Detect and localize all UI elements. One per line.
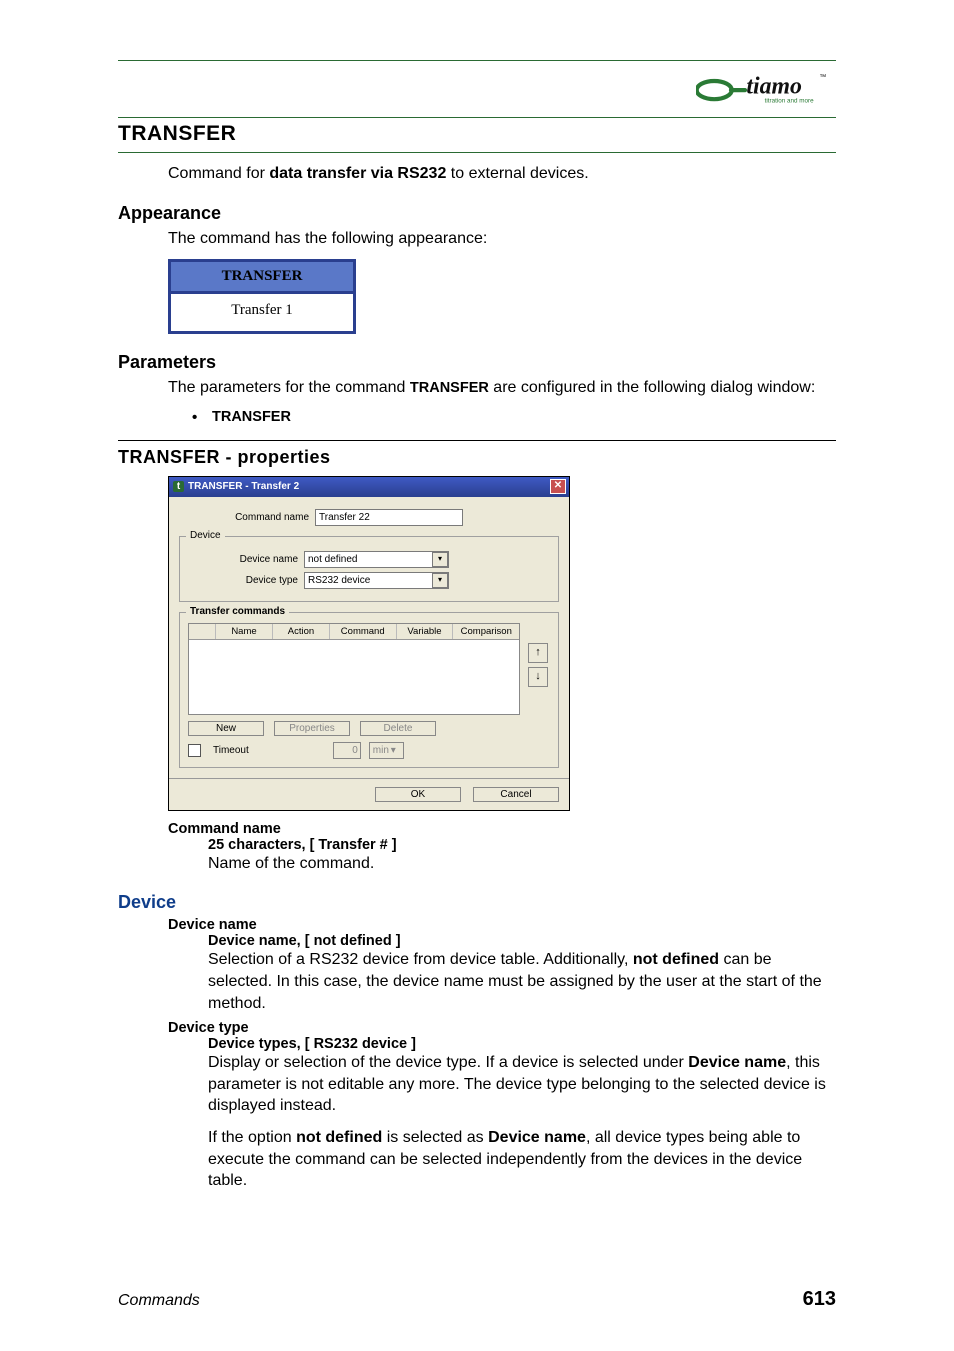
text-bold: not defined — [633, 951, 719, 968]
delete-button[interactable]: Delete — [360, 721, 436, 736]
legend-transfer-commands: Transfer commands — [186, 606, 289, 617]
spec-device-type: Device types, [ RS232 device ] — [208, 1036, 836, 1052]
h3-device-name: Device name — [168, 917, 836, 933]
logo-brand: tiamo — [746, 74, 802, 100]
select-device-type[interactable]: RS232 device ▾ — [304, 572, 449, 589]
bullet-dot: • — [192, 409, 212, 426]
desc-device-type-p2: If the option not defined is selected as… — [208, 1127, 836, 1192]
spec-command-name: 25 characters, [ Transfer # ] — [208, 837, 836, 853]
chevron-down-icon: ▾ — [432, 552, 448, 567]
text-bold: data transfer via RS232 — [269, 165, 446, 182]
intro-text: Command for data transfer via RS232 to e… — [168, 163, 836, 185]
dialog-titlebar: t TRANSFER - Transfer 2 ✕ — [169, 477, 569, 497]
logo-tagline: titration and more — [765, 98, 814, 105]
spec-device-name: Device name, [ not defined ] — [208, 933, 836, 949]
page-number: 613 — [803, 1288, 836, 1311]
label-timeout: Timeout — [213, 745, 249, 756]
text: Display or selection of the device type.… — [208, 1054, 688, 1071]
rule — [118, 152, 836, 153]
text: If the option — [208, 1129, 296, 1146]
h3-device-type: Device type — [168, 1020, 836, 1036]
text: Command for — [168, 165, 269, 182]
desc-command-name: Name of the command. — [208, 853, 836, 875]
text-bold: Device name — [688, 1054, 786, 1071]
select-value: min — [373, 743, 389, 758]
desc-device-type-p1: Display or selection of the device type.… — [208, 1052, 836, 1117]
input-command-name[interactable]: Transfer 22 — [315, 509, 463, 526]
bullet-label: TRANSFER — [212, 409, 291, 426]
fieldset-transfer-commands: Transfer commands Name Action Command Va… — [179, 612, 559, 768]
chevron-down-icon: ▾ — [391, 743, 403, 756]
text: is selected as — [382, 1129, 488, 1146]
rule — [118, 117, 836, 118]
close-icon[interactable]: ✕ — [550, 479, 566, 494]
tiamo-logo: tiamo ™ titration and more — [696, 69, 836, 107]
appearance-text: The command has the following appearance… — [168, 228, 836, 250]
text: are configured in the following dialog w… — [489, 379, 815, 396]
h2-device: Device — [118, 892, 836, 913]
footer: Commands 613 — [118, 1288, 836, 1311]
label-command-name: Command name — [179, 512, 309, 523]
select-value: not defined — [308, 554, 358, 565]
logo-row: tiamo ™ titration and more — [118, 69, 836, 107]
select-device-name[interactable]: not defined ▾ — [304, 551, 449, 568]
text-bold: not defined — [296, 1129, 382, 1146]
ok-button[interactable]: OK — [375, 787, 461, 802]
top-rule — [118, 60, 836, 61]
text: Selection of a RS232 device from device … — [208, 951, 633, 968]
table-header: Name Action Command Variable Comparison — [189, 624, 519, 640]
label-device-type: Device type — [188, 575, 298, 586]
footer-section: Commands — [118, 1292, 200, 1310]
logo-tm: ™ — [819, 74, 826, 81]
text: The parameters for the command — [168, 379, 410, 396]
col-variable: Variable — [397, 624, 454, 639]
cmd-block-body: Transfer 1 — [171, 294, 353, 331]
checkbox-timeout[interactable] — [188, 744, 201, 757]
new-button[interactable]: New — [188, 721, 264, 736]
col-action: Action — [273, 624, 330, 639]
select-value: RS232 device — [308, 575, 370, 586]
h2-parameters: Parameters — [118, 352, 836, 373]
h1-transfer: TRANSFER — [118, 122, 836, 146]
legend-device: Device — [186, 530, 225, 541]
col-command: Command — [330, 624, 397, 639]
input-timeout-value[interactable]: 0 — [333, 742, 361, 759]
fieldset-device: Device Device name not defined ▾ Device … — [179, 536, 559, 602]
desc-device-name: Selection of a RS232 device from device … — [208, 949, 836, 1014]
h3-command-name: Command name — [168, 821, 836, 837]
text-bold: TRANSFER — [410, 380, 489, 396]
move-up-button[interactable]: ↑ — [528, 643, 548, 663]
col-name: Name — [216, 624, 273, 639]
move-down-button[interactable]: ↓ — [528, 667, 548, 687]
command-appearance-block: TRANSFER Transfer 1 — [168, 259, 356, 334]
rule — [118, 440, 836, 441]
h2-transfer-properties: TRANSFER - properties — [118, 447, 836, 468]
bullet-transfer: • TRANSFER — [192, 409, 836, 426]
dialog-app-icon: t — [173, 481, 184, 492]
cmd-block-head: TRANSFER — [171, 262, 353, 294]
col-comparison: Comparison — [453, 624, 519, 639]
dialog-transfer-properties: t TRANSFER - Transfer 2 ✕ Command name T… — [168, 476, 570, 811]
chevron-down-icon: ▾ — [432, 573, 448, 588]
text-bold: Device name — [488, 1129, 586, 1146]
h2-appearance: Appearance — [118, 203, 836, 224]
select-timeout-unit[interactable]: min ▾ — [369, 742, 404, 759]
cancel-button[interactable]: Cancel — [473, 787, 559, 802]
properties-button[interactable]: Properties — [274, 721, 350, 736]
text: to external devices. — [446, 165, 588, 182]
dialog-title: TRANSFER - Transfer 2 — [188, 481, 299, 492]
label-device-name: Device name — [188, 554, 298, 565]
parameters-text: The parameters for the command TRANSFER … — [168, 377, 836, 399]
table-transfer-commands[interactable]: Name Action Command Variable Comparison — [188, 623, 520, 715]
